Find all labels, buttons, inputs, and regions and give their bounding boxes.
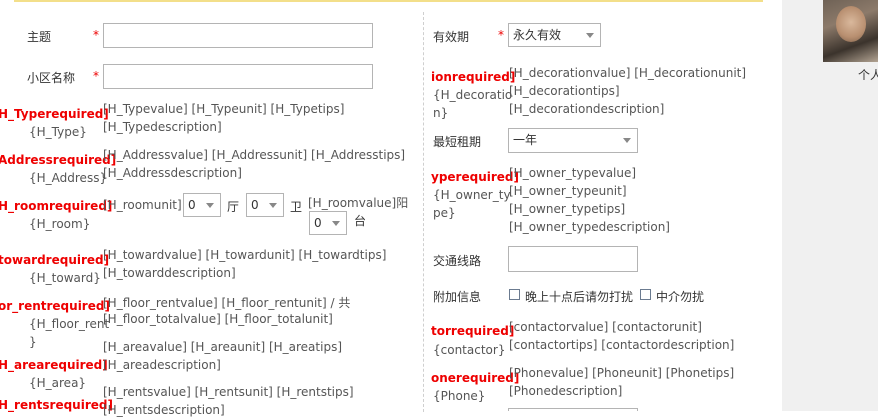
toward-line2: [H_towarddescription] — [103, 266, 236, 280]
phone-line1: [Phonevalue] [Phoneunit] [Phonetips] — [509, 366, 735, 380]
contactor-line1: [contactorvalue] [contactorunit] — [509, 320, 702, 334]
phone-line2: [Phonedescription] — [509, 384, 623, 398]
room-name: {H_room} — [29, 217, 91, 231]
toward-name: {H_toward} — [29, 271, 101, 285]
no-disturb-checkbox[interactable] — [509, 289, 520, 300]
floor-rent-name-cont: } — [29, 335, 37, 349]
hall-count-value: 0 — [251, 198, 259, 212]
owner-type-line3: [H_owner_typetips] — [509, 202, 626, 216]
extra-label: 附加信息 — [433, 290, 482, 304]
subject-required-star: * — [93, 28, 99, 42]
room-unit-label: [H_roomunit] — [103, 198, 182, 212]
owner-type-line1: [H_owner_typevalue] — [509, 166, 637, 180]
no-agent-checkbox[interactable] — [640, 289, 651, 300]
min-rent-label: 最短租期 — [433, 135, 482, 149]
room-count-value: 0 — [188, 198, 196, 212]
validity-required-star: * — [498, 28, 504, 42]
address-line1: [H_Addressvalue] [H_Addressunit] [H_Addr… — [103, 148, 406, 162]
area-line2: [H_areadescription] — [103, 358, 221, 372]
min-rent-selected: 一年 — [513, 133, 538, 147]
room-value-label: [H_roomvalue]阳 — [308, 196, 409, 210]
balcony-label: 台 — [354, 214, 367, 228]
area-line1: [H_areavalue] [H_areaunit] [H_areatips] — [103, 340, 343, 354]
owner-type-required: yperequired] — [431, 170, 519, 184]
room-count-select[interactable]: 0 — [183, 193, 221, 217]
chevron-down-icon — [206, 203, 214, 208]
decoration-line1: [H_decorationvalue] [H_decorationunit] — [509, 66, 747, 80]
type-line1: [H_Typevalue] [H_Typeunit] [H_Typetips] — [103, 102, 345, 116]
no-disturb-label[interactable]: 晚上十点后请勿打扰 — [525, 288, 633, 305]
decoration-name-cont: n} — [433, 106, 449, 120]
contactor-name: {contactor} — [433, 343, 506, 357]
top-notice-bar — [14, 0, 763, 2]
traffic-input[interactable] — [508, 246, 638, 272]
area-name: {H_area} — [29, 376, 87, 390]
no-agent-label[interactable]: 中介勿扰 — [656, 288, 704, 305]
contactor-line2: [contactortips] [contactordescription] — [509, 338, 735, 352]
decoration-line2: [H_decorationtips] — [509, 84, 620, 98]
rents-line1: [H_rentsvalue] [H_rentsunit] [H_rentstip… — [103, 385, 354, 399]
validity-select[interactable]: 永久有效 — [508, 23, 601, 47]
floor-rent-required: or_rentrequired] — [0, 299, 110, 313]
type-required: H_Typerequired] — [0, 107, 109, 121]
community-input[interactable] — [103, 64, 373, 89]
balcony-count-select[interactable]: 0 — [309, 211, 347, 235]
decoration-required: ionrequired] — [431, 70, 516, 84]
phone-required: onerequired] — [431, 371, 520, 385]
floor-rent-line1: [H_floor_rentvalue] [H_floor_rentunit] /… — [103, 296, 351, 310]
type-name: {H_Type} — [29, 125, 87, 139]
chevron-down-icon — [269, 203, 277, 208]
type-line2: [H_Typedescription] — [103, 120, 222, 134]
person-label[interactable]: 个人 — [858, 66, 878, 83]
chevron-down-icon — [332, 221, 340, 226]
traffic-label: 交通线路 — [433, 254, 482, 268]
validity-selected: 永久有效 — [513, 28, 562, 42]
balcony-count-value: 0 — [314, 216, 322, 230]
address-name: {H_Address} — [29, 171, 108, 185]
phone-name: {Phone} — [433, 389, 486, 403]
hall-count-select[interactable]: 0 — [246, 193, 284, 217]
rents-line2: [H_rentsdescription] — [103, 403, 225, 417]
address-line2: [H_Addressdescription] — [103, 166, 242, 180]
owner-type-line4: [H_owner_typedescription] — [509, 220, 670, 234]
owner-type-line2: [H_owner_typeunit] — [509, 184, 627, 198]
floor-rent-name: {H_floor_rent — [29, 317, 110, 331]
subject-label: 主题 — [27, 30, 52, 44]
chevron-down-icon — [586, 33, 594, 38]
min-rent-select[interactable]: 一年 — [508, 128, 638, 153]
community-required-star: * — [93, 69, 99, 83]
toward-required: towardrequired] — [0, 253, 110, 267]
bath-label: 卫 — [290, 200, 303, 214]
subject-input[interactable] — [103, 23, 373, 48]
rents-required: H_rentsrequired] — [0, 398, 113, 412]
owner-type-name-cont: pe} — [433, 206, 456, 220]
chevron-down-icon — [623, 138, 631, 143]
avatar-face — [836, 6, 866, 42]
toward-line1: [H_towardvalue] [H_towardunit] [H_toward… — [103, 248, 387, 262]
validity-label: 有效期 — [433, 30, 470, 44]
hall-label: 厅 — [227, 200, 240, 214]
room-required: H_roomrequired] — [0, 199, 113, 213]
column-divider — [423, 12, 424, 412]
floor-rent-line2: [H_floor_totalvalue] [H_floor_totalunit] — [103, 312, 333, 326]
decoration-line3: [H_decorationdescription] — [509, 102, 665, 116]
community-label: 小区名称 — [27, 71, 76, 85]
owner-type-name: {H_owner_ty — [433, 188, 511, 202]
contactor-required: torrequired] — [431, 324, 515, 338]
area-required: H_arearequired] — [0, 358, 108, 372]
decoration-name: {H_decoratio — [433, 88, 513, 102]
address-required: Addressrequired] — [0, 153, 117, 167]
